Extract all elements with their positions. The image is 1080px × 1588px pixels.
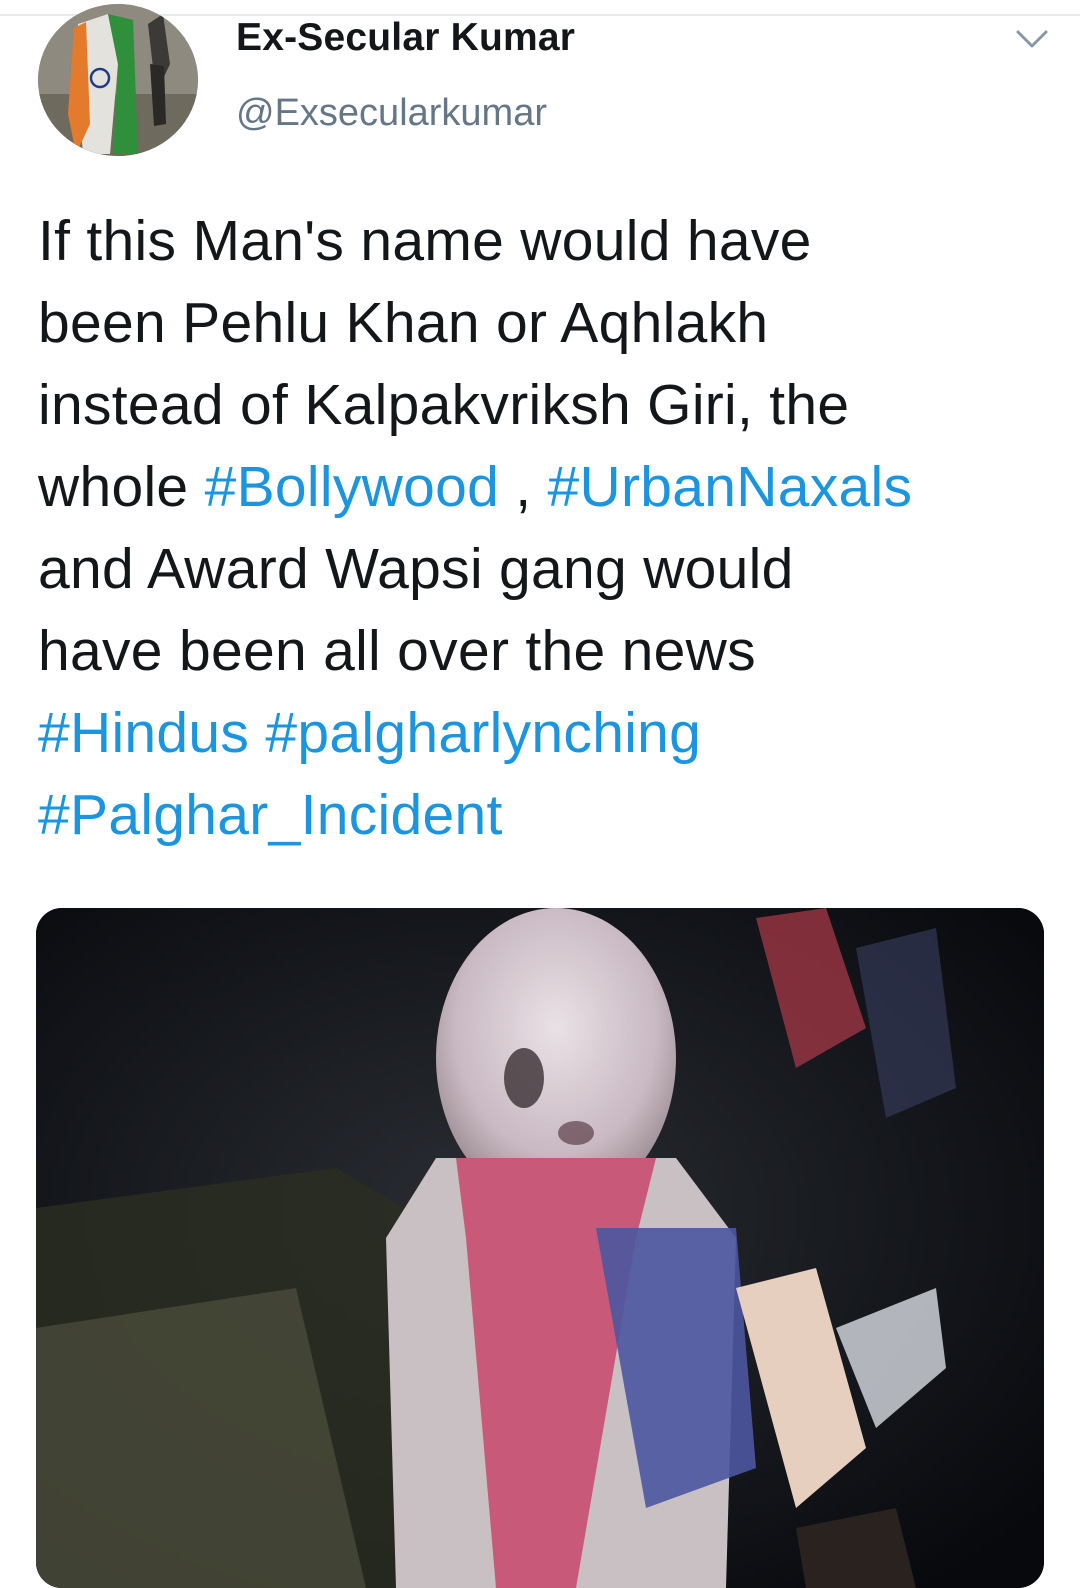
- tweet-text: If this Man's name would have been Pehlu…: [38, 200, 1048, 856]
- chevron-down-icon[interactable]: [1010, 22, 1054, 56]
- tweet-line: whole #Bollywood , #UrbanNaxals: [38, 446, 1048, 528]
- hashtag-link-bollywood[interactable]: #Bollywood: [205, 455, 500, 519]
- media-photo: [36, 908, 1044, 1588]
- avatar-image: [38, 4, 198, 156]
- author-handle[interactable]: @Exsecularkumar: [236, 92, 547, 135]
- hashtag-link-hindus[interactable]: #Hindus: [38, 701, 249, 765]
- tweet-line: have been all over the news: [38, 619, 756, 683]
- hashtag-link-palghar-incident[interactable]: #Palghar_Incident: [38, 783, 503, 847]
- tweet-text-fragment: [249, 701, 265, 765]
- tweet-line: #Palghar_Incident: [38, 774, 1048, 856]
- tweet-line: #Hindus #palgharlynching: [38, 692, 1048, 774]
- tweet: Ex-Secular Kumar @Exsecularkumar If this…: [0, 0, 1080, 1588]
- tweet-line: been Pehlu Khan or Aqhlakh: [38, 291, 769, 355]
- hashtag-link-palgharlynching[interactable]: #palgharlynching: [265, 701, 701, 765]
- tweet-text-fragment: ,: [499, 455, 548, 519]
- tweet-line: If this Man's name would have: [38, 209, 812, 273]
- hashtag-link-urbannaxals[interactable]: #UrbanNaxals: [548, 455, 913, 519]
- tweet-line: and Award Wapsi gang would: [38, 537, 794, 601]
- author-display-name[interactable]: Ex-Secular Kumar: [236, 16, 575, 60]
- avatar[interactable]: [38, 4, 198, 156]
- tweet-line: instead of Kalpakvriksh Giri, the: [38, 373, 850, 437]
- tweet-media-image[interactable]: [36, 908, 1044, 1588]
- tweet-text-fragment: whole: [38, 455, 205, 519]
